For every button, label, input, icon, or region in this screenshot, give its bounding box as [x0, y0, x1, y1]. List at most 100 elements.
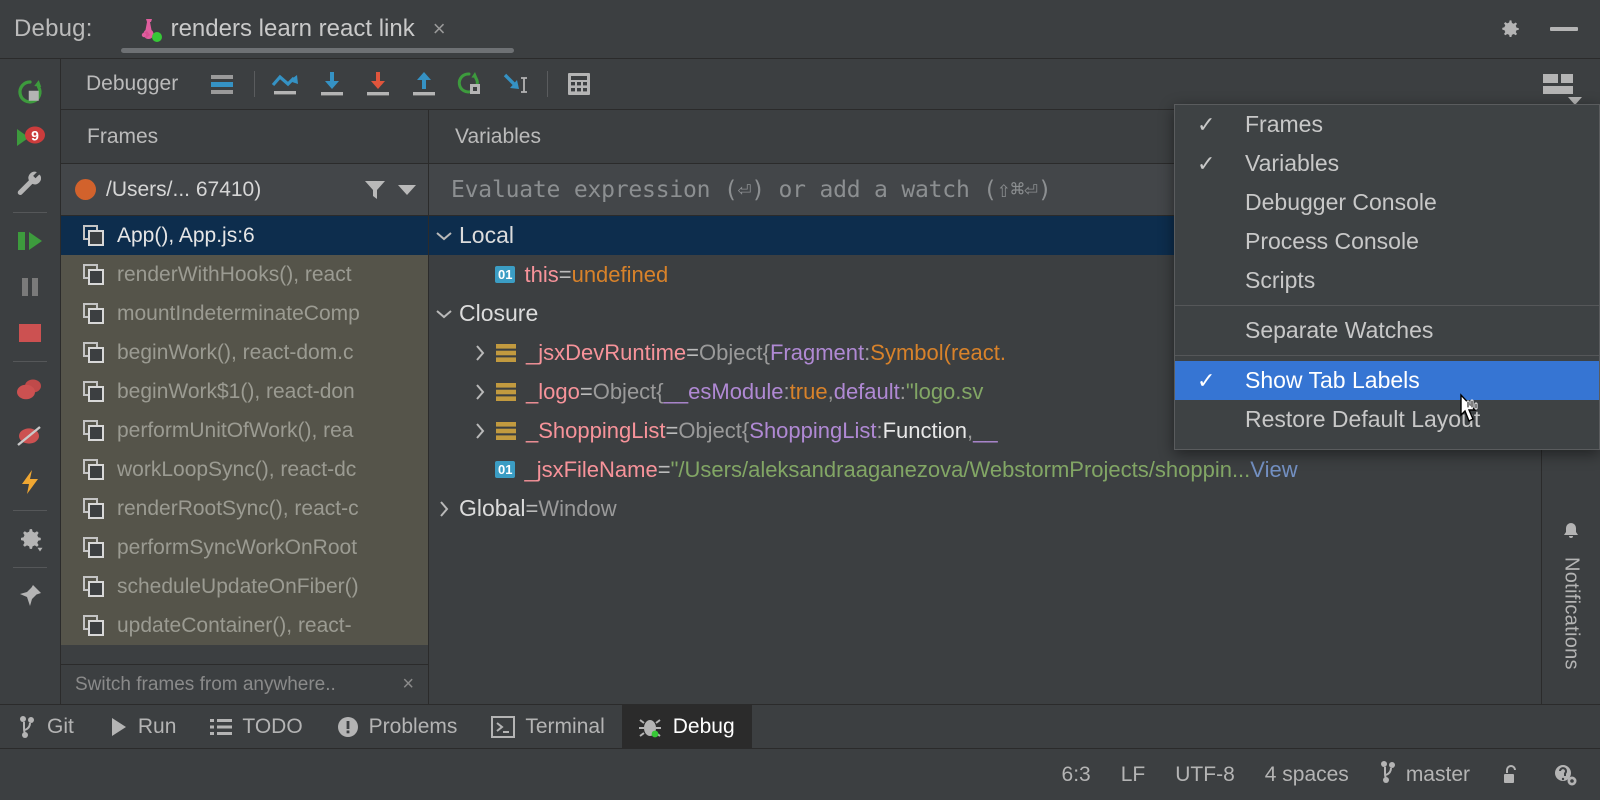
frame-row[interactable]: renderWithHooks(), react: [61, 255, 428, 294]
step-resume-button[interactable]: [7, 218, 53, 264]
frame-row[interactable]: beginWork(), react-dom.c: [61, 333, 428, 372]
menu-item[interactable]: Process Console: [1175, 222, 1599, 261]
primitive-badge: 01: [495, 461, 516, 478]
variable-scope-row[interactable]: Global = Window: [429, 489, 1541, 528]
tool-window-button-todo[interactable]: TODO: [193, 705, 319, 748]
tool-window-button-terminal[interactable]: Terminal: [474, 705, 621, 748]
frame-label: scheduleUpdateOnFiber(): [117, 574, 359, 598]
thread-status-icon: [75, 179, 96, 200]
variable-value-part[interactable]: View: [1250, 457, 1297, 483]
collapse-toggle[interactable]: [429, 308, 459, 320]
inspection-icon[interactable]: [1552, 763, 1578, 787]
layout-dropdown-menu[interactable]: ✓ Frames ✓ Variables Debugger Console Process…: [1174, 104, 1600, 450]
stop-button[interactable]: [7, 310, 53, 356]
rerun-button[interactable]: [7, 69, 53, 115]
mute-breakpoints-button[interactable]: [7, 413, 53, 459]
frame-row[interactable]: App(), App.js:6: [61, 216, 428, 255]
close-icon[interactable]: ×: [402, 673, 414, 696]
frame-row[interactable]: mountIndeterminateComp: [61, 294, 428, 333]
scope-label: Global: [459, 495, 526, 521]
tool-window-button-problems[interactable]: Problems: [320, 705, 475, 748]
frame-row[interactable]: performUnitOfWork(), rea: [61, 411, 428, 450]
object-value-icon: [496, 343, 516, 362]
file-encoding[interactable]: UTF-8: [1175, 763, 1235, 787]
expand-toggle[interactable]: [465, 344, 495, 362]
frame-row[interactable]: scheduleUpdateOnFiber(): [61, 567, 428, 606]
step-into-button[interactable]: [309, 62, 355, 106]
expand-toggle[interactable]: [429, 500, 459, 518]
expand-toggle[interactable]: [465, 422, 495, 440]
menu-item[interactable]: Debugger Console: [1175, 183, 1599, 222]
step-into-cursor-icon[interactable]: [493, 62, 539, 106]
unlocked-icon[interactable]: [1500, 763, 1522, 787]
tool-window-button-run[interactable]: Run: [91, 705, 194, 748]
tool-window-button-git[interactable]: Git: [0, 705, 91, 748]
jest-flask-icon: [135, 16, 162, 42]
menu-item[interactable]: Separate Watches: [1175, 311, 1599, 350]
menu-item[interactable]: ✓ Variables: [1175, 144, 1599, 183]
menu-item[interactable]: ✓ Frames: [1175, 105, 1599, 144]
expand-toggle[interactable]: [465, 383, 495, 401]
divider: [547, 71, 549, 97]
frame-row[interactable]: workLoopSync(), react-dc: [61, 450, 428, 489]
variable-row[interactable]: 01 _jsxFileName = "/Users/aleksandraagane…: [429, 450, 1541, 489]
frame-row[interactable]: beginWork$1(), react-don: [61, 372, 428, 411]
minimize-icon[interactable]: [1550, 27, 1578, 31]
git-branch-widget[interactable]: master: [1379, 760, 1470, 790]
variable-value-part: "/Users/aleksandraaganezova/WebstormProj…: [670, 456, 1251, 482]
check-icon: ✓: [1197, 367, 1216, 393]
object-value-icon: [496, 421, 516, 440]
resume-program-button[interactable]: 9: [7, 115, 53, 161]
tool-window-label: Terminal: [525, 714, 605, 738]
force-step-into-button[interactable]: [355, 62, 401, 106]
caret-position[interactable]: 6:3: [1062, 763, 1091, 787]
menu-item[interactable]: Scripts: [1175, 261, 1599, 300]
close-icon[interactable]: ×: [433, 18, 446, 40]
view-breakpoints-button[interactable]: [7, 367, 53, 413]
variable-value-part: "logo.sv: [905, 378, 984, 404]
step-out-button[interactable]: [401, 62, 447, 106]
indent-setting[interactable]: 4 spaces: [1265, 763, 1349, 787]
debugger-settings-button[interactable]: [7, 161, 53, 207]
divider: [254, 71, 256, 97]
stack-frame-icon: [83, 536, 104, 558]
variable-value-part: Function: [882, 417, 967, 443]
calculator-icon[interactable]: [556, 62, 602, 106]
frame-row[interactable]: updateContainer(), react-: [61, 606, 428, 645]
menu-item[interactable]: ✓ Show Tab Labels: [1175, 361, 1599, 400]
gear-icon[interactable]: [1496, 16, 1522, 42]
step-over-button[interactable]: [263, 62, 309, 106]
frame-row[interactable]: renderRootSync(), react-c: [61, 489, 428, 528]
menu-item[interactable]: Restore Default Layout: [1175, 400, 1599, 439]
debugger-tab-label[interactable]: Debugger: [86, 72, 178, 96]
pause-program-button[interactable]: [7, 264, 53, 310]
filter-icon[interactable]: [362, 178, 388, 202]
run-to-cursor-button[interactable]: [447, 62, 493, 106]
line-separator[interactable]: LF: [1121, 763, 1146, 787]
variable-value-part: Fragment: [769, 339, 865, 365]
frame-row[interactable]: performSyncWorkOnRoot: [61, 528, 428, 567]
settings-button[interactable]: [7, 516, 53, 562]
stack-frame-icon: [83, 302, 104, 324]
running-indicator: [151, 32, 162, 42]
chevron-down-icon[interactable]: [398, 184, 416, 195]
collapse-toggle[interactable]: [429, 230, 459, 242]
scope-label: Closure: [459, 300, 539, 326]
frames-toolbar: /Users/... 67410): [61, 164, 428, 216]
layout-settings-button[interactable]: [1536, 66, 1582, 105]
frames-hint-text: Switch frames from anywhere..: [75, 673, 336, 695]
variable-value-part: {: [741, 417, 750, 443]
stack-frame-icon: [83, 614, 104, 636]
frame-label: performSyncWorkOnRoot: [117, 535, 358, 559]
variable-name: _jsxDevRuntime: [526, 339, 687, 365]
tab-title: renders learn react link: [170, 15, 415, 42]
chevron-right-icon: [476, 344, 485, 361]
show-execution-point-button[interactable]: [200, 62, 246, 106]
stack-frame-icon: [83, 263, 104, 285]
frames-list[interactable]: App(), App.js:6 renderWithHooks(), react…: [61, 216, 428, 650]
breakpoint-count: 9: [31, 128, 39, 144]
evaluate-expression-button[interactable]: [7, 459, 53, 505]
tool-window-button-debug[interactable]: Debug: [621, 705, 752, 748]
thread-selector[interactable]: /Users/... 67410): [106, 178, 261, 202]
pin-icon[interactable]: [7, 573, 53, 619]
